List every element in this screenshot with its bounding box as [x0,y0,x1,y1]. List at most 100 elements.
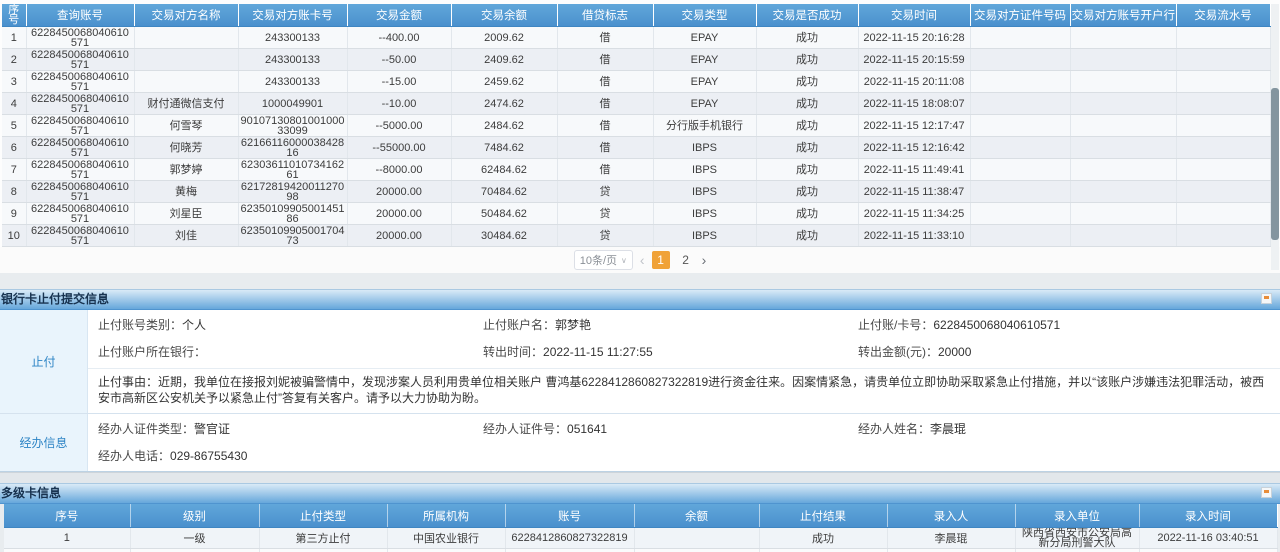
table-cell: --10.00 [347,93,451,115]
page-2-button[interactable]: 2 [677,251,695,269]
scrollbar-thumb[interactable] [1271,88,1279,240]
table-row: 96228450068040610571刘星臣62350109905001451… [2,203,1270,225]
table-cell: 1000049901 [238,93,347,115]
table-cell [1070,137,1176,159]
table-cell [1176,71,1270,93]
next-page-button[interactable]: › [702,252,707,268]
table-row: 106228450068040610571刘佳62350109905001704… [2,225,1270,247]
table-cell: 243300133 [238,49,347,71]
table-cell [134,27,238,49]
table-cell [1176,137,1270,159]
table-cell: 陕西省西安市公安局高新分局刑警大队 [1015,528,1139,549]
collapse-icon[interactable] [1261,293,1272,304]
stop-payment-fields: 止付账号类别：个人 止付账户名：郭梦艳 止付账/卡号：6228450068040… [88,310,1280,413]
table-cell [970,71,1070,93]
table-row: 16228450068040610571243300133--400.00200… [2,27,1270,49]
spacer [0,273,1280,289]
column-header: 交易类型 [653,4,756,27]
table-cell [1176,93,1270,115]
table-cell: 6230361101073416261 [238,159,347,181]
table-row: 86228450068040610571黄梅621728194200112709… [2,181,1270,203]
column-header: 止付结果 [759,504,887,528]
table-cell: EPAY [653,27,756,49]
table-cell: 成功 [756,203,858,225]
table-cell [634,528,759,549]
table-cell: IBPS [653,159,756,181]
column-header: 交易对方账号开户行 [1070,4,1176,27]
table-cell: 6228450068040610571 [26,225,134,247]
table-cell [134,71,238,93]
page-1-button[interactable]: 1 [652,251,670,269]
table-cell: 2022-11-16 03:40:51 [1139,528,1277,549]
table-cell: 6228412860827322819 [505,528,634,549]
table-cell [1015,549,1139,552]
table-cell: 借 [557,115,653,137]
table-cell: 成功 [756,93,858,115]
column-header: 序号 [4,504,130,528]
table-cell [970,225,1070,247]
column-header: 录入人 [887,504,1015,528]
table-cell: 20000.00 [347,225,451,247]
field-agent-phone: 经办人电话：029-86755430 [98,448,483,464]
column-header: 交易对方账卡号 [238,4,347,27]
table-cell [970,115,1070,137]
table-cell: 243300133 [238,71,347,93]
table-cell: 2 [2,49,26,71]
spacer [0,472,1280,483]
table-cell: 第三方止付 [259,528,387,549]
table-cell: 成功 [756,137,858,159]
table-cell: 20000.00 [347,203,451,225]
table-cell: 中国农业银行 [387,528,505,549]
field-transfer-amount: 转出金额(元)：20000 [858,344,1280,360]
table-cell: 借 [557,49,653,71]
table-cell: 黄梅 [134,181,238,203]
table-cell: 刘佳 [134,225,238,247]
table-cell: 70484.62 [451,181,557,203]
table-cell [1176,203,1270,225]
page-size-label: 10条/页 [580,252,617,268]
table-cell: 借 [557,137,653,159]
table-cell: 2009.62 [451,27,557,49]
table-cell: --55000.00 [347,137,451,159]
table-cell: 9010713080100100033099 [238,115,347,137]
table-cell: 6235010990500170473 [505,549,634,552]
field-agent-cert-no: 经办人证件号：051641 [483,421,858,437]
table-cell: 2022-11-15 12:17:47 [858,115,970,137]
table-cell [970,203,1070,225]
table-cell: 何晓芳 [134,137,238,159]
page-size-select[interactable]: 10条/页 ∨ [574,250,633,270]
column-header: 级别 [130,504,259,528]
table-cell: EPAY [653,71,756,93]
table-cell: 成功 [756,27,858,49]
column-header: 交易是否成功 [756,4,858,27]
table-cell: 1 [4,528,130,549]
table-row: 76228450068040610571郭梦婷62303611010734162… [2,159,1270,181]
table-row: 2二级第三方止付6235010990500170473成功李晨琨2022-11-… [4,549,1277,552]
table-row: 26228450068040610571243300133--50.002409… [2,49,1270,71]
scrollbar-track[interactable] [1271,4,1279,270]
table-cell [1070,93,1176,115]
table-cell [1176,49,1270,71]
table-cell: 借 [557,27,653,49]
table-cell: --50.00 [347,49,451,71]
table-cell [970,49,1070,71]
table-cell: 20000.00 [347,181,451,203]
section-title: 多级卡信息 [1,486,61,500]
table-row: 66228450068040610571何晓芳62166116000038428… [2,137,1270,159]
table-cell [1176,27,1270,49]
multi-card-section-header: 多级卡信息 [0,483,1280,504]
prev-page-button[interactable]: ‹ [640,252,645,268]
table-row: 46228450068040610571财付通微信支付1000049901--1… [2,93,1270,115]
table-cell: 成功 [756,181,858,203]
table-cell: 6228450068040610571 [26,159,134,181]
field-agent-name: 经办人姓名：李晨琨 [858,421,1280,437]
table-cell: 6228450068040610571 [26,181,134,203]
column-header: 交易对方名称 [134,4,238,27]
table-cell: 2 [4,549,130,552]
table-row: 1一级第三方止付中国农业银行6228412860827322819成功李晨琨陕西… [4,528,1277,549]
table-cell: 50484.62 [451,203,557,225]
table-cell: 6216611600003842816 [238,137,347,159]
collapse-icon[interactable] [1261,487,1272,498]
table-cell: 2022-11-15 12:16:42 [858,137,970,159]
column-header: 查询账号 [26,4,134,27]
